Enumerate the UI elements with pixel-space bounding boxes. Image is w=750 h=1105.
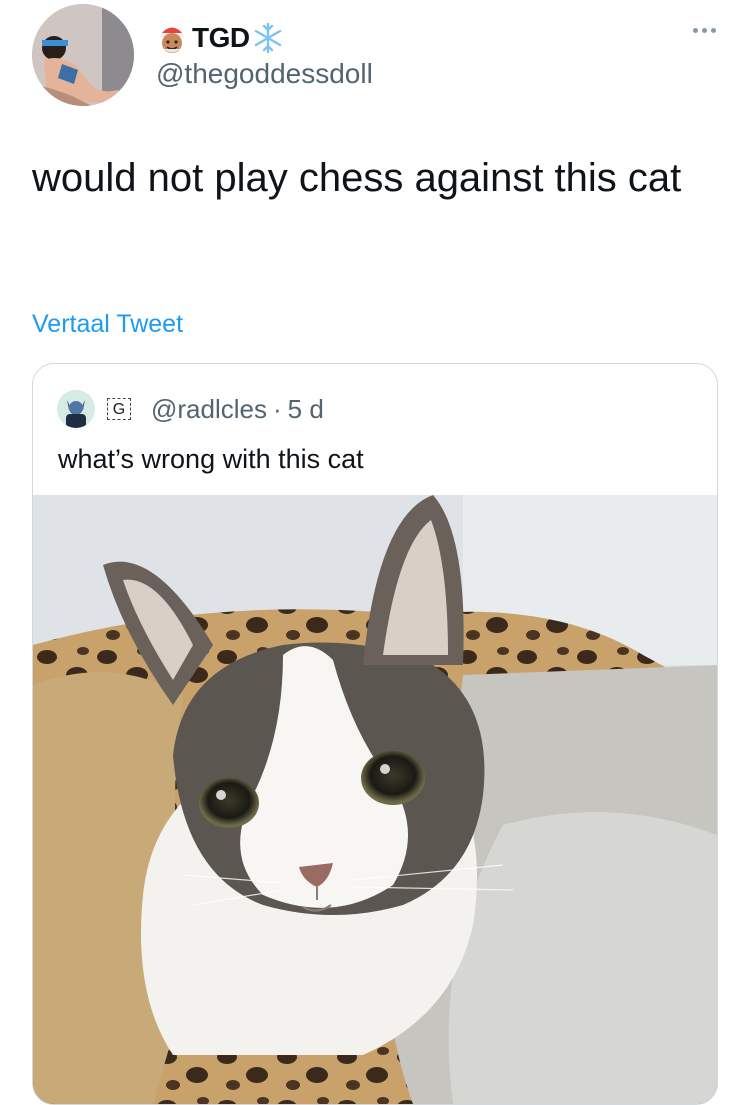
dot-icon [702, 28, 707, 33]
name-row: TGD [156, 20, 373, 56]
quote-avatar[interactable] [57, 390, 95, 428]
cartoon-avatar-icon [57, 390, 95, 428]
dot-icon [711, 28, 716, 33]
more-options-button[interactable] [693, 28, 716, 33]
quote-timestamp[interactable]: 5 d [288, 394, 324, 425]
person-with-hat-emoji-icon [160, 27, 184, 53]
tweet-header: TGD @thegoddessdoll [156, 20, 373, 90]
tweet-text: would not play chess against this cat [32, 156, 682, 200]
quote-text: what’s wrong with this cat [58, 444, 364, 474]
g-badge-icon: G [107, 398, 131, 420]
display-name[interactable]: TGD [192, 22, 250, 54]
snowflake-icon [254, 22, 281, 54]
profile-photo-icon [32, 4, 134, 106]
separator-dot: · [272, 393, 282, 424]
author-handle[interactable]: @thegoddessdoll [156, 58, 373, 90]
author-avatar[interactable] [32, 4, 134, 106]
quote-handle[interactable]: @radlcles [151, 394, 267, 425]
dot-icon [693, 28, 698, 33]
translate-tweet-link[interactable]: Vertaal Tweet [32, 310, 183, 339]
cat-photo-icon[interactable] [33, 495, 717, 1104]
quoted-tweet-card[interactable]: G @radlcles · 5 d what’s wrong with this… [32, 363, 718, 1105]
quote-header: G @radlcles · 5 d [57, 390, 324, 428]
